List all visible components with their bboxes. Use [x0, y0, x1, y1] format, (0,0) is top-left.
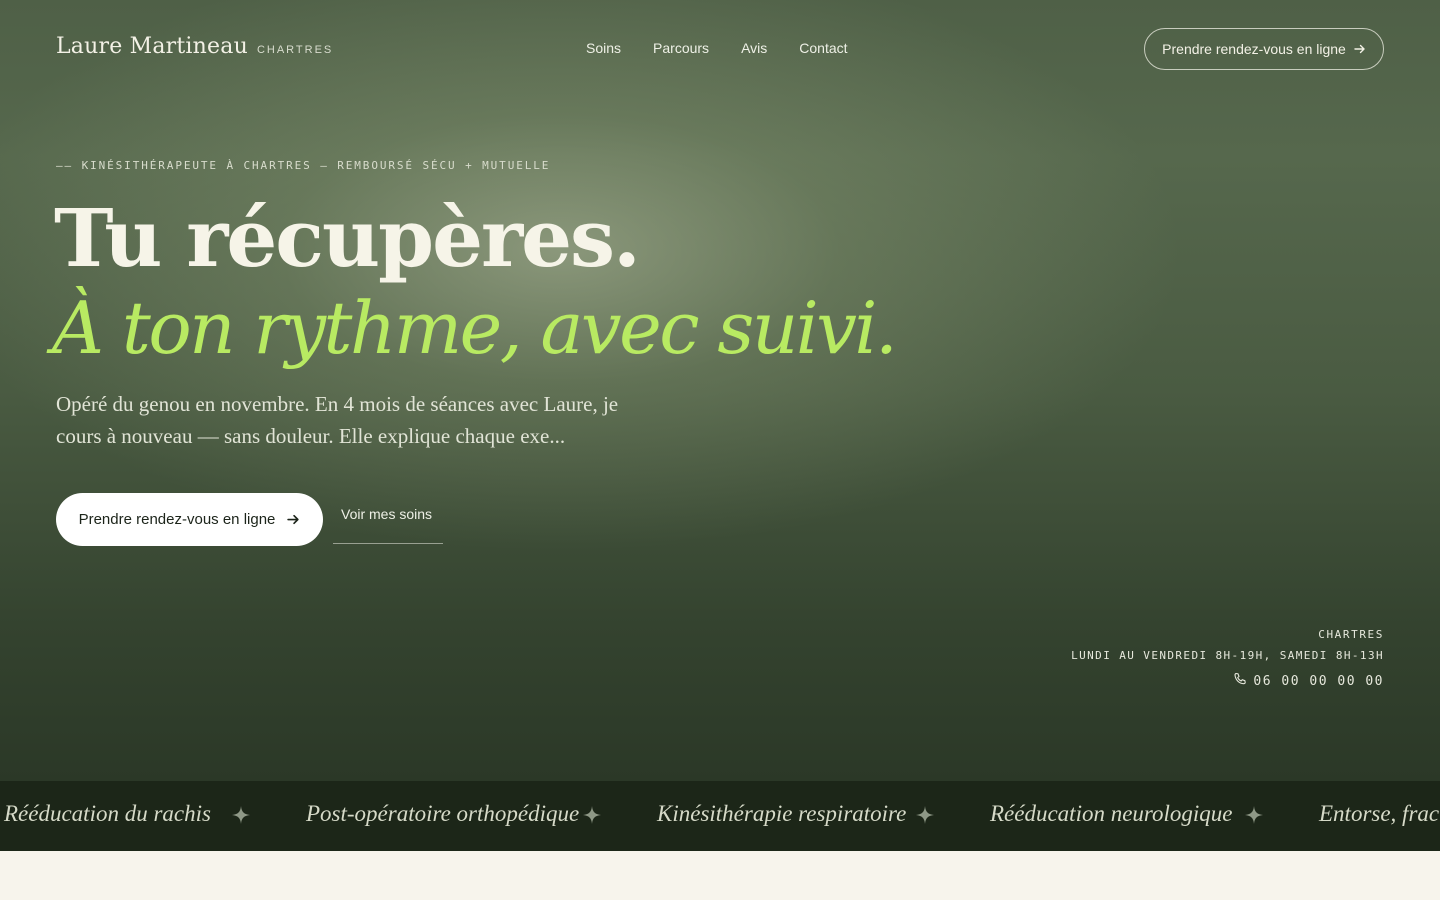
sparkle-icon	[232, 806, 250, 829]
nav-item-soins[interactable]: Soins	[586, 40, 621, 56]
services-marquee: Rééducation du rachis Post-opératoire or…	[0, 781, 1440, 851]
next-section	[0, 851, 1440, 900]
main-nav: Soins Parcours Avis Contact	[586, 40, 848, 56]
phone-icon	[1233, 672, 1247, 690]
hero-section: Laure Martineau CHARTRES Soins Parcours …	[0, 0, 1440, 781]
brand-city: CHARTRES	[256, 44, 334, 56]
sparkle-icon	[1245, 806, 1263, 829]
hero-headline: Tu récupères.	[54, 191, 641, 285]
hero-headline-accent: À ton rythme, avec suivi.	[52, 286, 898, 370]
marquee-item: Entorse, fractur	[1319, 801, 1440, 826]
arrow-right-icon	[1354, 43, 1366, 55]
nav-item-contact[interactable]: Contact	[799, 40, 847, 56]
header-booking-button[interactable]: Prendre rendez-vous en ligne	[1144, 28, 1384, 70]
nav-item-avis[interactable]: Avis	[741, 40, 767, 56]
marquee-item: Kinésithérapie respiratoire	[657, 801, 907, 826]
see-services-link[interactable]: Voir mes soins	[333, 506, 443, 544]
marquee-item: Rééducation du rachis	[4, 801, 211, 826]
practice-city: CHARTRES	[1318, 628, 1384, 641]
nav-item-parcours[interactable]: Parcours	[653, 40, 709, 56]
opening-hours: LUNDI AU VENDREDI 8H-19H, SAMEDI 8H-13H	[1071, 649, 1384, 662]
primary-booking-label: Prendre rendez-vous en ligne	[78, 511, 276, 528]
hero-eyebrow: —— KINÉSITHÉRAPEUTE À CHARTRES — REMBOUR…	[56, 159, 551, 172]
phone-link[interactable]: 06 00 00 00 00	[1233, 672, 1384, 690]
marquee-item: Rééducation neurologique	[990, 801, 1233, 826]
brand-name: Laure Martineau	[56, 34, 248, 59]
sparkle-icon	[916, 806, 934, 829]
header-booking-label: Prendre rendez-vous en ligne	[1162, 41, 1346, 57]
brand[interactable]: Laure Martineau CHARTRES	[56, 34, 333, 59]
practice-info: CHARTRES LUNDI AU VENDREDI 8H-19H, SAMED…	[1071, 628, 1384, 690]
phone-number: 06 00 00 00 00	[1253, 673, 1384, 689]
sparkle-icon	[583, 806, 601, 829]
hero-testimonial: Opéré du genou en novembre. En 4 mois de…	[56, 392, 619, 448]
arrow-right-icon	[287, 513, 300, 526]
marquee-item: Post-opératoire orthopédique	[306, 801, 580, 826]
primary-booking-button[interactable]: Prendre rendez-vous en ligne	[56, 493, 323, 546]
